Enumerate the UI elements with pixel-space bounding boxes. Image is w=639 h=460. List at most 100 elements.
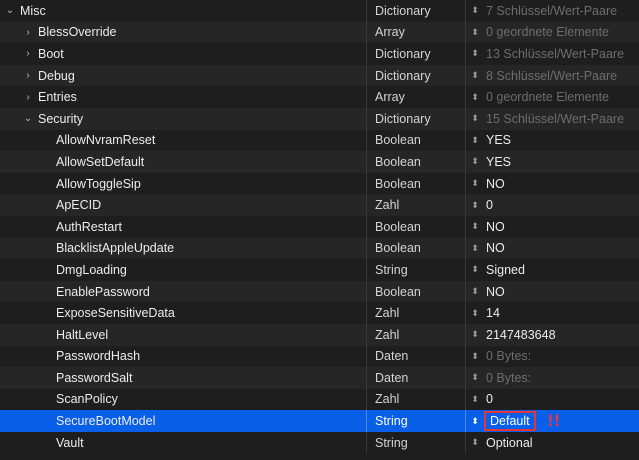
value-cell[interactable]: ⬍ Optional [466,432,639,454]
value-cell[interactable]: ⬍ 8 Schlüssel/Wert-Paare [466,65,639,87]
chevron-down-icon[interactable]: ⌄ [4,5,16,16]
table-row-passwordsalt[interactable]: PasswordSalt Daten ⬍ 0 Bytes: [0,367,639,389]
key-cell[interactable]: BlacklistAppleUpdate [0,237,367,260]
type-cell[interactable]: Array [367,21,466,44]
table-row-boot[interactable]: › Boot Dictionary ⬍ 13 Schlüssel/Wert-Paare [0,43,639,65]
value-cell[interactable]: ⬍ NO [466,216,639,238]
table-row-exposesensitivedata[interactable]: ExposeSensitiveData Zahl ⬍ 14 [0,302,639,324]
table-row-allownvramreset[interactable]: AllowNvramReset Boolean ⬍ YES [0,129,639,152]
stepper-icon[interactable]: ⬍ [470,27,480,38]
value-cell[interactable]: ⬍ 0 Bytes: [466,367,639,389]
key-cell[interactable]: DmgLoading [0,259,367,281]
type-cell[interactable]: Array [367,86,466,108]
stepper-icon[interactable]: ⬍ [470,178,480,189]
chevron-down-icon[interactable]: ⌄ [22,113,34,124]
type-cell[interactable]: Boolean [367,237,466,260]
table-row-authrestart[interactable]: AuthRestart Boolean ⬍ NO [0,215,639,238]
stepper-icon[interactable]: ⬍ [470,5,480,16]
type-cell[interactable]: String [367,259,466,281]
type-cell[interactable]: Dictionary [367,107,466,130]
table-row-securebootmodel[interactable]: SecureBootModel String ⬍ Default!! [0,410,639,432]
value-cell[interactable]: ⬍ 0 Bytes: [466,346,639,368]
key-cell[interactable]: ⌄ Misc [0,0,367,22]
key-cell[interactable]: › Boot [0,43,367,65]
table-row-blessoverride[interactable]: › BlessOverride Array ⬍ 0 geordnete Elemente [0,21,639,44]
stepper-icon[interactable]: ⬍ [470,264,480,275]
value-cell[interactable]: ⬍ NO [466,281,639,303]
highlighted-value[interactable]: Default [484,411,536,432]
table-row-misc[interactable]: ⌄ Misc Dictionary ⬍ 7 Schlüssel/Wert-Paare [0,0,639,22]
stepper-icon[interactable]: ⬍ [470,286,480,297]
value-cell[interactable]: ⬍ 7 Schlüssel/Wert-Paare [466,0,639,22]
key-cell[interactable]: ApECID [0,194,367,216]
value-cell[interactable]: ⬍ 2147483648 [466,324,639,346]
stepper-icon[interactable]: ⬍ [470,70,480,81]
table-row-security[interactable]: ⌄ Security Dictionary ⬍ 15 Schlüssel/Wert-Pa… [0,107,639,130]
key-cell[interactable]: ScanPolicy [0,388,367,411]
stepper-icon[interactable]: ⬍ [470,113,480,124]
type-cell[interactable]: Zahl [367,388,466,411]
stepper-icon[interactable]: ⬍ [470,394,480,405]
key-cell[interactable]: PasswordSalt [0,367,367,389]
value-cell[interactable]: ⬍ 0 geordnete Elemente [466,22,639,44]
stepper-icon[interactable]: ⬍ [470,221,480,232]
key-cell[interactable]: HaltLevel [0,323,367,346]
value-cell[interactable]: ⬍ YES [466,130,639,152]
value-cell[interactable]: ⬍ 0 geordnete Elemente [466,86,639,108]
stepper-icon[interactable]: ⬍ [470,135,480,146]
key-cell[interactable]: ⌄ Security [0,107,367,130]
type-cell[interactable]: Dictionary [367,64,466,87]
table-row-allowtogglesip[interactable]: AllowToggleSip Boolean ⬍ NO [0,172,639,195]
stepper-icon[interactable]: ⬍ [470,372,480,383]
value-cell[interactable]: ⬍ NO [466,238,639,260]
stepper-icon[interactable]: ⬍ [470,48,480,59]
type-cell[interactable]: Daten [367,345,466,368]
type-cell[interactable]: Zahl [367,194,466,216]
table-row-enablepassword[interactable]: EnablePassword Boolean ⬍ NO [0,280,639,303]
chevron-right-icon[interactable]: › [22,92,34,103]
stepper-icon[interactable]: ⬍ [470,351,480,362]
value-cell[interactable]: ⬍ 14 [466,302,639,324]
type-cell[interactable]: Dictionary [367,43,466,65]
stepper-icon[interactable]: ⬍ [470,308,480,319]
key-cell[interactable]: ExposeSensitiveData [0,302,367,324]
table-row-allowsetdefault[interactable]: AllowSetDefault Boolean ⬍ YES [0,151,639,173]
table-row-vault[interactable]: Vault String ⬍ Optional [0,431,639,454]
type-cell[interactable]: Zahl [367,302,466,324]
key-cell[interactable]: AllowNvramReset [0,129,367,152]
stepper-icon[interactable]: ⬍ [470,156,480,167]
table-row-apecid[interactable]: ApECID Zahl ⬍ 0 [0,194,639,216]
value-cell[interactable]: ⬍ 13 Schlüssel/Wert-Paare [466,43,639,65]
value-cell[interactable]: ⬍ NO [466,173,639,195]
key-cell[interactable]: › Debug [0,64,367,87]
type-cell[interactable]: Dictionary [367,0,466,22]
key-cell[interactable]: AllowSetDefault [0,151,367,173]
value-cell[interactable]: ⬍ 15 Schlüssel/Wert-Paare [466,108,639,130]
table-row-haltlevel[interactable]: HaltLevel Zahl ⬍ 2147483648 [0,323,639,346]
stepper-icon[interactable]: ⬍ [470,437,480,448]
value-cell[interactable]: ⬍ Signed [466,259,639,281]
key-cell[interactable]: AuthRestart [0,215,367,238]
stepper-icon[interactable]: ⬍ [470,329,480,340]
key-cell[interactable]: AllowToggleSip [0,172,367,195]
type-cell[interactable]: Boolean [367,151,466,173]
key-cell[interactable]: Vault [0,431,367,454]
type-cell[interactable]: Boolean [367,172,466,195]
stepper-icon[interactable]: ⬍ [470,200,480,211]
type-cell[interactable]: Zahl [367,323,466,346]
table-row-entries[interactable]: › Entries Array ⬍ 0 geordnete Elemente [0,86,639,108]
value-cell[interactable]: ⬍ Default!! [466,410,639,432]
type-cell[interactable]: Boolean [367,129,466,152]
value-cell[interactable]: ⬍ 0 [466,194,639,216]
chevron-right-icon[interactable]: › [22,48,34,59]
stepper-icon[interactable]: ⬍ [470,92,480,103]
type-cell[interactable]: Daten [367,367,466,389]
table-row-scanpolicy[interactable]: ScanPolicy Zahl ⬍ 0 [0,388,639,411]
key-cell[interactable]: › Entries [0,86,367,108]
stepper-icon[interactable]: ⬍ [470,416,480,427]
table-row-debug[interactable]: › Debug Dictionary ⬍ 8 Schlüssel/Wert-Paare [0,64,639,87]
chevron-right-icon[interactable]: › [22,70,34,81]
key-cell[interactable]: SecureBootModel [0,410,367,432]
chevron-right-icon[interactable]: › [22,27,34,38]
key-cell[interactable]: › BlessOverride [0,21,367,44]
